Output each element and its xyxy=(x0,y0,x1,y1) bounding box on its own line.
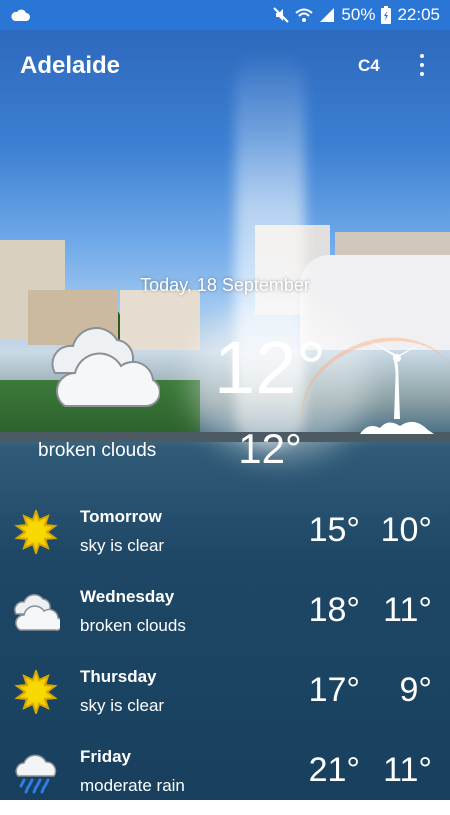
forecast-row[interactable]: Friday moderate rain 21° 11° xyxy=(0,735,450,815)
wind-turbine-icon xyxy=(360,340,434,434)
cloud-icon xyxy=(11,9,30,21)
forecast-row[interactable]: Wednesday broken clouds 18° 11° xyxy=(0,575,450,655)
clock: 22:05 xyxy=(397,5,440,24)
signal-icon xyxy=(320,8,335,22)
status-bar: 50% 22:05 xyxy=(0,0,450,30)
forecast-high: 18° xyxy=(308,591,360,629)
forecast-low: 11° xyxy=(383,751,432,789)
forecast-condition: sky is clear xyxy=(80,696,165,715)
battery-icon xyxy=(381,6,392,24)
forecast-high: 17° xyxy=(308,671,360,709)
more-vertical-icon[interactable] xyxy=(412,52,432,78)
forecast-high: 15° xyxy=(308,511,360,549)
current-date: Today, 18 September xyxy=(140,275,310,295)
unit-toggle-button[interactable]: C4 xyxy=(358,56,380,76)
forecast-condition: moderate rain xyxy=(80,776,185,795)
forecast-low: 10° xyxy=(380,511,432,549)
mute-icon xyxy=(273,7,290,23)
current-temperature: 12° xyxy=(214,326,326,409)
forecast-day: Thursday xyxy=(80,667,157,686)
forecast-day: Tomorrow xyxy=(80,507,162,526)
forecast-condition: sky is clear xyxy=(80,536,165,555)
clouds-icon xyxy=(14,594,60,631)
forecast-day: Wednesday xyxy=(80,587,175,606)
forecast-low: 9° xyxy=(399,671,432,709)
app-bar: Adelaide C4 xyxy=(0,42,450,92)
forecast-low: 11° xyxy=(383,591,432,629)
wifi-icon xyxy=(295,8,314,22)
current-description: broken clouds xyxy=(38,440,157,461)
forecast-condition: broken clouds xyxy=(80,616,186,635)
rain-icon xyxy=(15,754,57,794)
city-name[interactable]: Adelaide xyxy=(20,52,120,80)
feels-like-temperature: 12° xyxy=(238,425,302,472)
sun-icon xyxy=(14,670,58,714)
sun-icon xyxy=(14,510,58,554)
forecast-high: 21° xyxy=(308,751,360,789)
battery-percent: 50% xyxy=(341,5,376,24)
forecast-row[interactable]: Thursday sky is clear 17° 9° xyxy=(0,655,450,735)
broken-clouds-icon xyxy=(51,327,160,407)
forecast-day: Friday xyxy=(80,747,132,766)
forecast-row[interactable]: Tomorrow sky is clear 15° 10° xyxy=(0,495,450,575)
